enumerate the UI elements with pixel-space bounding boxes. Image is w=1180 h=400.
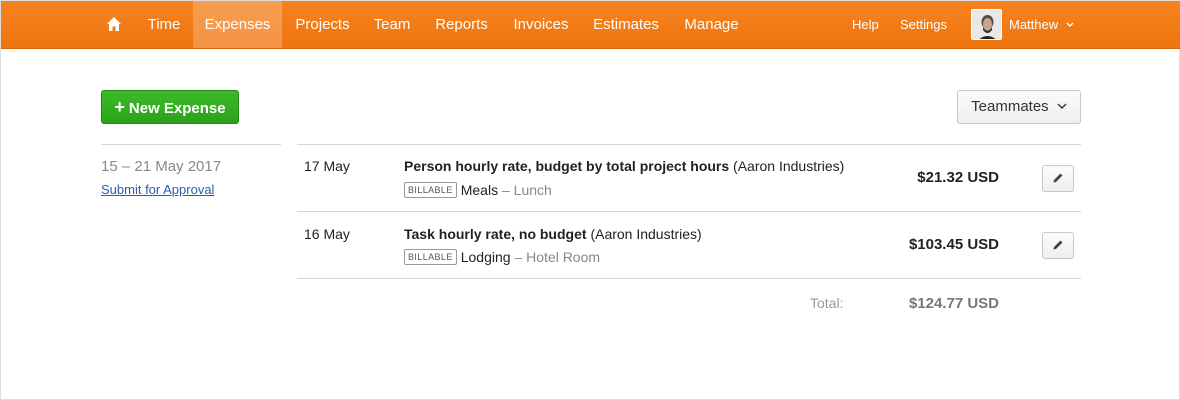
expense-category: Lodging — [460, 249, 511, 265]
project-name: Task hourly rate, no budget — [404, 226, 587, 242]
nav-expenses[interactable]: Expenses — [193, 1, 282, 48]
edit-expense-button[interactable] — [1042, 232, 1074, 259]
pencil-icon — [1053, 173, 1063, 183]
new-expense-label: New Expense — [128, 100, 226, 117]
expense-category: Meals — [460, 182, 499, 198]
nav-team[interactable]: Team — [363, 1, 421, 48]
edit-expense-button[interactable] — [1042, 165, 1074, 192]
expense-subcategory: – Lunch — [501, 182, 552, 198]
avatar[interactable] — [971, 9, 1002, 40]
client-name: (Aaron Industries) — [590, 226, 702, 242]
expense-amount: $103.45 USD — [908, 236, 999, 253]
nav-invoices[interactable]: Invoices — [502, 1, 580, 48]
nav-reports[interactable]: Reports — [422, 1, 501, 48]
nav-projects[interactable]: Projects — [283, 1, 362, 48]
billable-badge: BILLABLE — [404, 249, 457, 265]
divider — [297, 278, 1081, 279]
week-range: 15 – 21 May 2017 — [101, 158, 222, 175]
nav-settings[interactable]: Settings — [900, 1, 947, 48]
nav-manage[interactable]: Manage — [672, 1, 751, 48]
expense-date: 16 May — [304, 226, 350, 242]
expense-amount: $21.32 USD — [917, 169, 999, 186]
submit-for-approval-link[interactable]: Submit for Approval — [101, 182, 214, 197]
home-icon[interactable] — [106, 16, 122, 32]
teammates-label: Teammates — [971, 98, 1049, 115]
new-expense-button[interactable]: + New Expense — [101, 90, 239, 124]
chevron-down-icon — [1057, 103, 1067, 109]
chevron-down-icon — [1066, 22, 1074, 27]
expense-project: Task hourly rate, no budget (Aaron Indus… — [404, 226, 702, 242]
expense-details: BILLABLE Lodging – Hotel Room — [404, 249, 600, 265]
expense-subcategory: – Hotel Room — [514, 249, 601, 265]
user-menu[interactable]: Matthew — [1009, 1, 1074, 48]
nav-help[interactable]: Help — [852, 1, 879, 48]
plus-icon: + — [114, 97, 125, 117]
divider — [297, 144, 1081, 145]
divider — [101, 144, 281, 145]
pencil-icon — [1053, 240, 1063, 250]
top-navigation: Time Expenses Projects Team Reports Invo… — [1, 1, 1180, 49]
expense-details: BILLABLE Meals – Lunch — [404, 182, 552, 198]
client-name: (Aaron Industries) — [733, 158, 845, 174]
user-name: Matthew — [1009, 17, 1059, 32]
expense-date: 17 May — [304, 158, 350, 174]
nav-estimates[interactable]: Estimates — [581, 1, 671, 48]
expense-project: Person hourly rate, budget by total proj… — [404, 158, 844, 174]
total-amount: $124.77 USD — [908, 295, 999, 312]
divider — [297, 211, 1081, 212]
total-label: Total: — [810, 295, 844, 311]
billable-badge: BILLABLE — [404, 182, 457, 198]
project-name: Person hourly rate, budget by total proj… — [404, 158, 730, 174]
nav-time[interactable]: Time — [136, 1, 192, 48]
teammates-dropdown[interactable]: Teammates — [957, 90, 1081, 124]
